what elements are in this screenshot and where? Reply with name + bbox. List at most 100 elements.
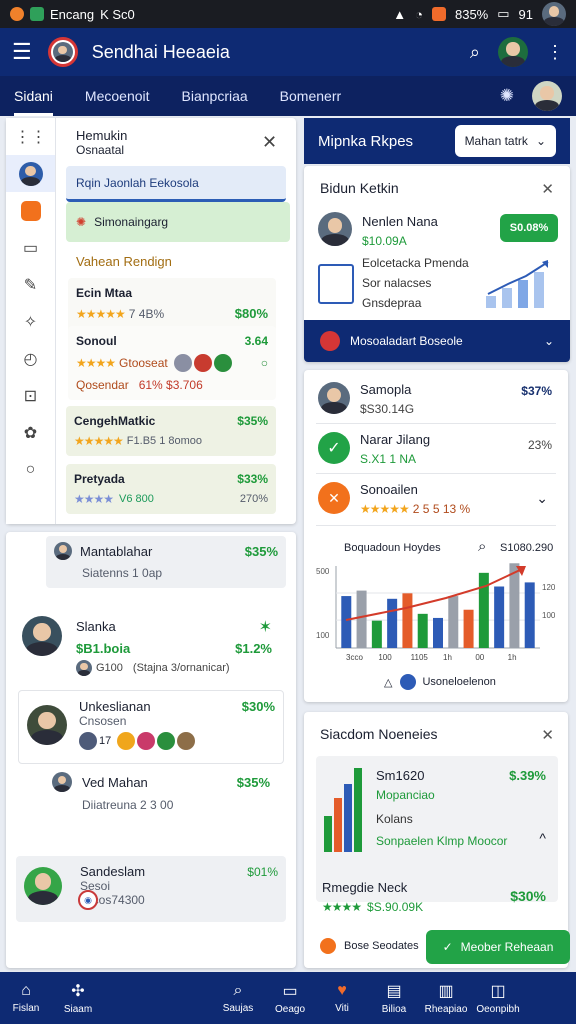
details-name: Samopla [360, 382, 412, 397]
clock-icon[interactable]: ◴ [6, 340, 55, 377]
app-icon [30, 7, 44, 21]
drawer-entry-1[interactable]: Sonoul 3.64 ★★★★ Gtooseat ○ Qosendar 61% $… [68, 326, 276, 400]
nav-team[interactable]: ✣ Siaam [52, 981, 104, 1015]
entry-value: $35% [237, 414, 268, 428]
app-bar: ☰ Sendhai Heeaeia ⌕ ⋮ [0, 28, 576, 76]
puzzle-icon[interactable]: ✧ [6, 303, 55, 340]
right-header: Mipnka Rkpes Mahan tatrk ⌄ [304, 118, 570, 164]
nav-chat[interactable]: ◫ Oeonpibh [472, 981, 524, 1015]
nav-label: Oeonpibh [476, 1004, 520, 1015]
nav-alerts[interactable]: ♥ Viti [316, 982, 368, 1014]
entry-sub: 7 4B% [128, 306, 165, 321]
nav-label: Saujas [222, 1003, 254, 1014]
nav-search[interactable]: ⌕ Saujas [212, 982, 264, 1014]
app-badge-icon [431, 7, 446, 21]
drawer-item-1[interactable]: Rqin Jaonlah Eekosola [66, 166, 286, 202]
nav-home[interactable]: ⌂ Fislan [0, 982, 52, 1014]
chat-icon[interactable] [6, 192, 55, 229]
summary-badge[interactable]: S0.08% [500, 214, 558, 242]
summary-line: Gnsdepraa [362, 296, 422, 310]
profile-avatar[interactable] [498, 37, 528, 67]
pencil-icon[interactable]: ✎ [6, 266, 55, 303]
entry-sub: Gtooseat [119, 356, 168, 370]
drawer-entry-3[interactable]: Pretyada $33% ★★★★ V6 800 270% [66, 464, 276, 514]
tab-0[interactable]: Sidani [14, 76, 53, 116]
recent-value: $.39% [509, 768, 546, 783]
entry-name: Sonoul [76, 334, 117, 348]
menu-icon[interactable]: ☰ [12, 39, 32, 65]
filter-dropdown[interactable]: Mahan tatrk ⌄ [454, 125, 556, 157]
details-row-2[interactable]: ✕ Sonoailen ★★★★★ 2 5 5 13 % ⌄ [316, 478, 556, 526]
summary-footer[interactable]: Mosoaladart Boseole ⌄ [304, 320, 570, 362]
entry-sub: F1.B5 1 8omoo [126, 435, 203, 447]
nav-files[interactable]: ▤ Bilioa [368, 981, 420, 1015]
right-tick-label: 120 [542, 583, 556, 592]
chevron-down-icon[interactable]: ⌄ [536, 490, 548, 507]
details-row-0[interactable]: Samopla $S30.14G $37% [316, 378, 556, 424]
nav-label: Rheapiao [424, 1004, 468, 1015]
feed-item-4[interactable]: Sandeslam $01% Sesoi Otcos74300 ◉ [16, 856, 286, 922]
mini-avatar [177, 732, 196, 750]
status-bar: Encang K Sc0 ▲ ◔ 835% ▭ 91 [0, 0, 576, 28]
x-tick-label: 1h [443, 653, 452, 662]
chevron-down-icon: ⌄ [543, 334, 554, 348]
chart-legend: △ Usoneloelenon [384, 674, 496, 690]
bar [371, 620, 382, 648]
rating-stars: ★★★★ [322, 900, 362, 914]
details-value: $37% [521, 384, 552, 398]
details-sub: 2 5 5 13 % [412, 502, 471, 516]
lock-icon[interactable]: ⊡ [6, 377, 55, 414]
feed-value: $35% [236, 774, 270, 790]
mini-avatar [193, 354, 212, 372]
chevron-up-icon[interactable]: ^ [539, 830, 546, 846]
search-icon[interactable]: ⌕ [478, 538, 486, 555]
feed-name: Unkeslianan [79, 699, 151, 714]
chart-value: S1080.290 [500, 542, 554, 554]
bar-chart: 500 100 120 100 3cco 100 1105 1h 00 1h [316, 563, 556, 662]
close-icon[interactable]: ✕ [541, 726, 554, 744]
gear-icon[interactable]: ✺ [500, 86, 514, 106]
search-icon[interactable]: ⌕ [470, 42, 480, 63]
tab-3[interactable]: Bomenerr [280, 76, 341, 116]
recent-stars-value: $S.90.09K [367, 900, 424, 914]
search-icon: ⌕ [233, 982, 243, 999]
shield-icon: ◉ [78, 890, 98, 910]
tab-2[interactable]: Bianpcriaa [182, 76, 248, 116]
summary-title: Bidun Ketkin [320, 180, 399, 196]
tab-1[interactable]: Mecoenoit [85, 76, 150, 116]
settings-icon[interactable]: ✿ [6, 414, 55, 451]
feed-value: $1.2% [235, 640, 272, 656]
recent-side-label: Bose Seodates [344, 940, 419, 952]
feed-avatar [22, 616, 62, 656]
close-icon[interactable]: ✕ [262, 132, 277, 153]
recent-value-2: $30% [510, 888, 546, 904]
more-icon[interactable]: ⋮ [546, 42, 564, 63]
tab-avatar[interactable] [532, 81, 562, 111]
bottom-nav: ⌂ Fislan ✣ Siaam ⌕ Saujas ▭ Oeago ♥ Viti ▤ Bil… [0, 972, 576, 1024]
window-icon[interactable]: ▭ [6, 229, 55, 266]
feed-item-2[interactable]: Unkeslianan $30% Cnsosen 17 [18, 690, 284, 764]
status-ring-icon: ○ [260, 356, 268, 370]
feed-item-1[interactable]: Slanka ✶ $B1.boia $1.2% G100 (Stajna 3/orna… [22, 616, 272, 682]
recent-amount: Sm1620 [376, 768, 425, 783]
grid-icon[interactable]: ⋮⋮ [6, 118, 55, 155]
details-card: Samopla $S30.14G $37% ✓ Narar Jilang S.X… [304, 370, 568, 702]
search-rail-icon[interactable]: ○ [6, 451, 55, 488]
carrier-text: Encang [50, 6, 95, 22]
close-icon[interactable]: ✕ [541, 180, 554, 198]
details-row-1[interactable]: ✓ Narar Jilang S.X1 1 NA 23% [316, 428, 556, 474]
feed-item-0[interactable]: Mantablahar $35% Siatenns 1 0ap [46, 536, 286, 588]
nav-inbox[interactable]: ▭ Oeago [264, 981, 316, 1015]
home-icon: ⌂ [21, 982, 31, 999]
drawer-item-2[interactable]: ✺ Simonaingarg [66, 202, 290, 242]
chart-title: Boquadoun Hoydes [344, 542, 441, 554]
feed-avatar [24, 866, 62, 905]
rail-avatar[interactable] [6, 155, 55, 192]
drawer-entry-2[interactable]: CengehMatkic $35% ★★★★★ F1.B5 1 8omoo [66, 406, 276, 456]
feed-item-3[interactable]: Ved Mahan $35% Diiatreuna 2 3 00 [46, 768, 276, 816]
feed-avatar [27, 704, 67, 745]
signal-icon: ▲ [393, 6, 407, 22]
nav-reports[interactable]: ▥ Rheapiao [420, 981, 472, 1015]
chat-icon: ◫ [490, 983, 506, 1000]
primary-action-button[interactable]: ✓ Meober Reheaan [426, 930, 570, 964]
